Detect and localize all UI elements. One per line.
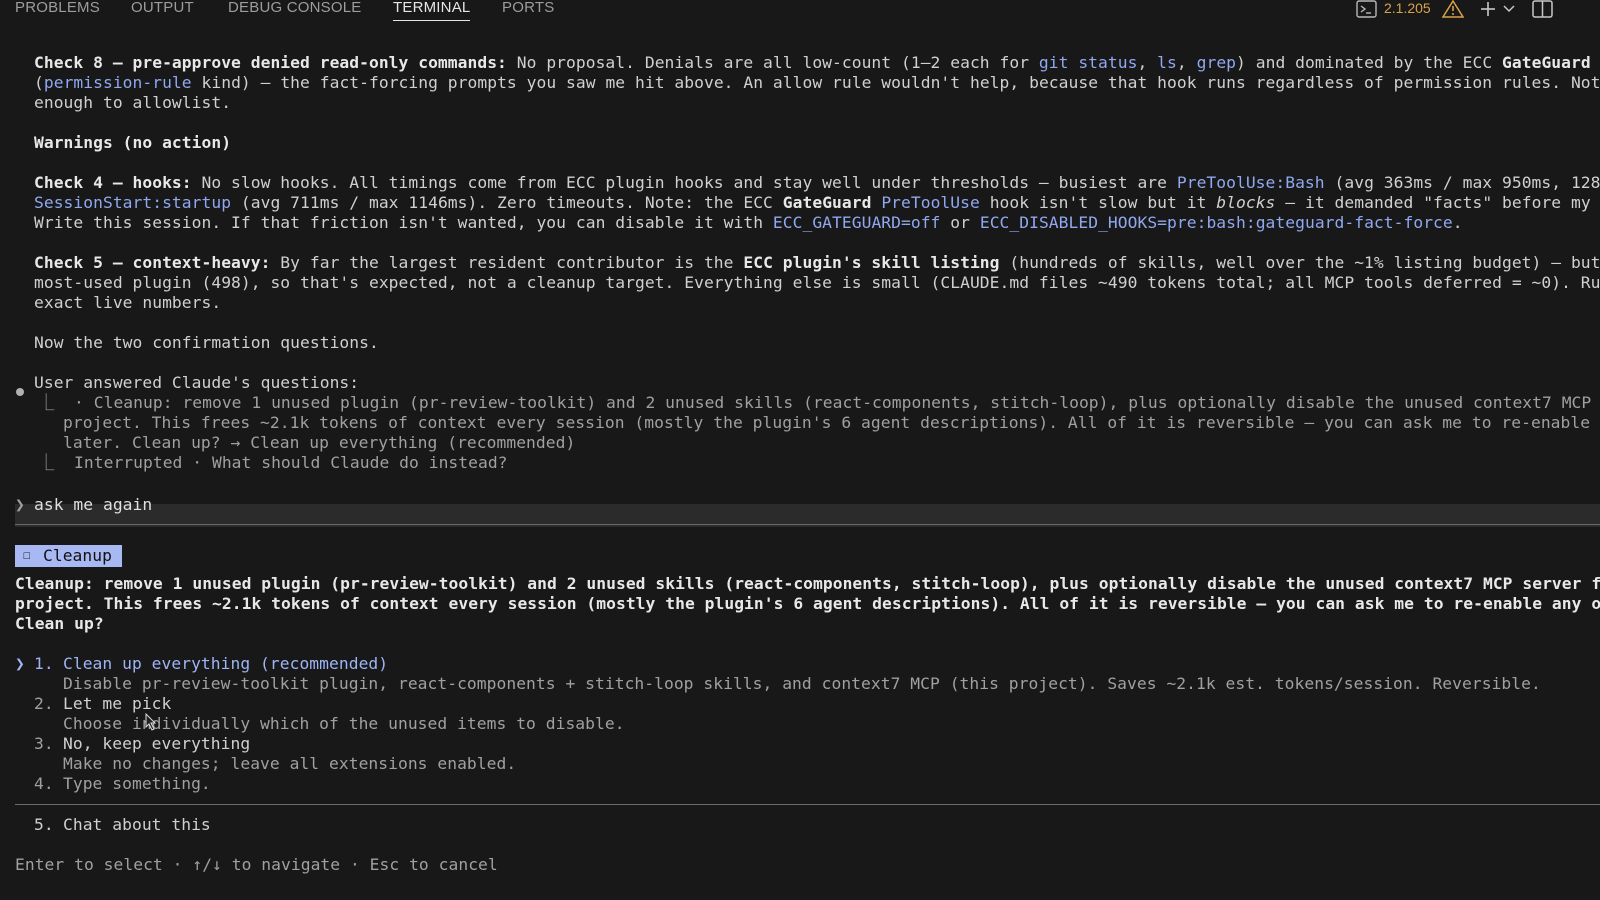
answered-title: User answered Claude's questions: — [34, 373, 360, 392]
cmd-git-status: git status — [1038, 53, 1138, 72]
bullet-dot-icon — [16, 388, 24, 396]
option-1-label[interactable]: Clean up everything (recommended) — [63, 654, 388, 674]
option-1-number: 1. — [34, 654, 54, 673]
check8-line-3: enough to allowlist. — [34, 93, 232, 112]
option-5-label[interactable]: Chat about this — [63, 815, 211, 835]
option-5-number: 5. — [34, 815, 54, 834]
answered-line-2: project. This frees ~2.1k tokens of cont… — [63, 413, 1600, 432]
check8-line-2: (permission-rule kind) — the fact-forcin… — [34, 73, 1600, 92]
selection-chevron-icon: ❯ — [15, 654, 25, 673]
check4-line-2: SessionStart:startup (avg 711ms / max 11… — [34, 193, 1600, 212]
confirmation-line: Now the two confirmation questions. — [34, 333, 379, 352]
check5-line-1: Check 5 — context-heavy: By far the larg… — [34, 253, 1600, 272]
prompt-input-text[interactable]: ask me again — [34, 495, 152, 515]
option-2-label[interactable]: Let me pick — [63, 694, 171, 714]
option-4-label[interactable]: Type something. — [63, 774, 211, 794]
cmd-ls: ls — [1157, 53, 1177, 72]
check5-line-2: most-used plugin (498), so that's expect… — [34, 273, 1600, 292]
question-line-2: project. This frees ~2.1k tokens of cont… — [15, 594, 1600, 613]
question-header-chip: ☐ Cleanup — [15, 545, 122, 567]
footer-hint: Enter to select · ↑/↓ to navigate · Esc … — [15, 855, 498, 874]
answered-line-1: ⎿ · Cleanup: remove 1 unused plugin (pr-… — [38, 393, 1600, 412]
check5-line-3: exact live numbers. — [34, 293, 222, 312]
chip-label: Cleanup — [43, 546, 112, 565]
question-line-1: Cleanup: remove 1 unused plugin (pr-revi… — [15, 574, 1600, 593]
option-3-label[interactable]: No, keep everything — [63, 734, 250, 754]
check4-line-3: Write this session. If that friction isn… — [34, 213, 1463, 232]
prompt-chevron-icon: ❯ — [15, 495, 25, 514]
answered-line-3: later. Clean up? → Clean up everything (… — [63, 433, 576, 452]
divider-bottom — [15, 804, 1600, 805]
option-3-desc: Make no changes; leave all extensions en… — [63, 754, 517, 773]
option-3-number: 3. — [34, 734, 54, 753]
option-2-number: 2. — [34, 694, 54, 713]
question-line-3: Clean up? — [15, 614, 104, 633]
mouse-cursor-icon — [145, 713, 157, 731]
terminal-output[interactable]: Check 8 — pre-approve denied read-only c… — [0, 0, 1600, 900]
checkbox-icon: ☐ — [23, 548, 31, 563]
check4-line-1: Check 4 — hooks: No slow hooks. All timi… — [34, 173, 1600, 192]
cmd-grep: grep — [1196, 53, 1237, 72]
option-1-desc: Disable pr-review-toolkit plugin, react-… — [63, 674, 1541, 693]
option-4-number: 4. — [34, 774, 54, 793]
check8-line-1: Check 8 — pre-approve denied read-only c… — [34, 53, 1591, 72]
divider-top — [15, 524, 1600, 525]
warnings-heading: Warnings (no action) — [34, 133, 232, 152]
answered-line-4: ⎿ Interrupted · What should Claude do in… — [38, 453, 508, 472]
